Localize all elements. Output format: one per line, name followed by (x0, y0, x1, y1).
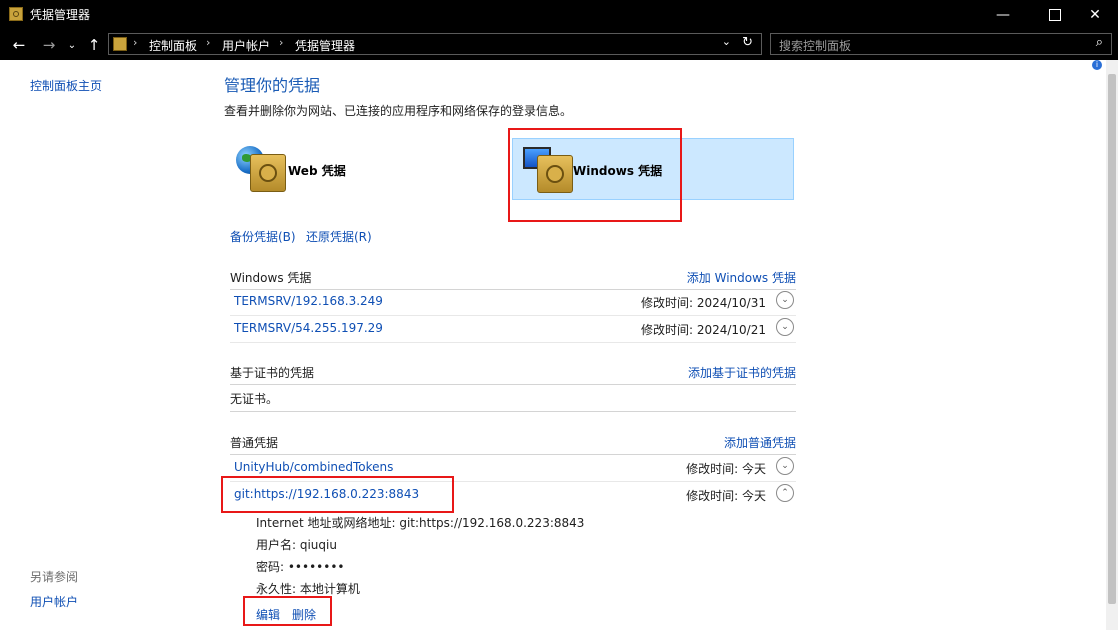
no-certificates-text: 无证书。 (230, 392, 279, 406)
expand-chevron-icon[interactable]: ⌄ (776, 318, 794, 336)
recent-locations-button[interactable]: ⌄ (64, 34, 80, 56)
web-credentials-tile[interactable]: Web 凭据 (230, 138, 490, 200)
breadcrumb-credential-manager[interactable]: 凭据管理器 (295, 37, 355, 54)
vault-icon (250, 154, 286, 192)
navigation-bar: ← → ⌄ ↑ › 控制面板 › 用户帐户 › 凭据管理器 ⌄ ↻ 搜索控制面板… (0, 30, 1118, 60)
credential-password-detail: 密码: •••••••• (256, 560, 345, 574)
control-panel-icon (113, 37, 127, 51)
credential-address-detail: Internet 地址或网络地址: git:https://192.168.0.… (256, 516, 585, 530)
credential-name[interactable]: UnityHub/combinedTokens (234, 460, 393, 474)
breadcrumb-control-panel[interactable]: 控制面板 (149, 37, 197, 54)
credential-persistence-detail: 永久性: 本地计算机 (256, 582, 360, 596)
back-button[interactable]: ← (8, 34, 30, 56)
scrollbar[interactable]: i (1092, 60, 1118, 630)
title-bar: 凭据管理器 — ✕ (0, 0, 1118, 30)
modified-date: 修改时间: 今天 (686, 462, 766, 476)
chevron-down-icon: ⌄ (67, 39, 77, 51)
search-box[interactable]: 搜索控制面板 ⌕ (770, 33, 1112, 55)
collapse-chevron-icon[interactable]: ⌃ (776, 484, 794, 502)
section-divider (230, 411, 796, 412)
credential-username-detail: 用户名: qiuqiu (256, 538, 337, 552)
modified-date: 修改时间: 2024/10/21 (640, 323, 766, 337)
web-credentials-label: Web 凭据 (288, 164, 346, 178)
generic-credentials-section-header: 普通凭据 添加普通凭据 (230, 432, 796, 455)
up-button[interactable]: ↑ (84, 34, 104, 56)
minimize-icon: — (996, 7, 1010, 23)
restore-credentials-link[interactable]: 还原凭据(R) (306, 228, 372, 245)
page-title: 管理你的凭据 (224, 76, 321, 95)
search-input[interactable]: 搜索控制面板 (779, 37, 851, 54)
breadcrumb-separator-icon[interactable]: › (133, 36, 137, 49)
certificate-credentials-section-header: 基于证书的凭据 添加基于证书的凭据 (230, 362, 796, 385)
credential-row[interactable]: TERMSRV/54.255.197.29 修改时间: 2024/10/21 ⌄ (230, 316, 796, 343)
see-also-label: 另请参阅 (30, 570, 79, 584)
backup-credentials-link[interactable]: 备份凭据(B) (230, 228, 296, 245)
left-pane: 控制面板主页 另请参阅 用户帐户 (0, 60, 210, 630)
search-icon[interactable]: ⌕ (1096, 35, 1103, 50)
back-arrow-icon: ← (12, 36, 26, 54)
up-arrow-icon: ↑ (87, 36, 101, 54)
breadcrumb-separator-icon[interactable]: › (206, 36, 210, 49)
scrollbar-thumb[interactable] (1108, 74, 1116, 604)
modified-date: 修改时间: 今天 (686, 489, 766, 503)
highlight-box-git-credential (221, 476, 454, 513)
section-title: 普通凭据 (230, 436, 279, 450)
page-subtitle: 查看并删除你为网站、已连接的应用程序和网络保存的登录信息。 (224, 104, 573, 118)
maximize-icon (1049, 9, 1061, 21)
breadcrumb-user-accounts[interactable]: 用户帐户 (222, 37, 270, 54)
forward-button[interactable]: → (38, 34, 60, 56)
add-certificate-credential-link[interactable]: 添加基于证书的凭据 (688, 364, 796, 381)
control-panel-home-link[interactable]: 控制面板主页 (30, 77, 102, 94)
minimize-button[interactable]: — (980, 0, 1026, 30)
address-dropdown-icon[interactable]: ⌄ (722, 35, 731, 48)
highlight-box-windows-tile (508, 128, 682, 222)
info-icon[interactable]: i (1092, 60, 1102, 70)
close-button[interactable]: ✕ (1072, 0, 1118, 30)
credential-manager-icon (9, 7, 23, 21)
forward-arrow-icon: → (42, 36, 56, 54)
user-accounts-link[interactable]: 用户帐户 (30, 593, 78, 610)
add-windows-credential-link[interactable]: 添加 Windows 凭据 (687, 269, 796, 286)
credential-name[interactable]: TERMSRV/192.168.3.249 (234, 294, 383, 308)
breadcrumb-separator-icon[interactable]: › (279, 36, 283, 49)
section-title: Windows 凭据 (230, 271, 312, 285)
address-bar[interactable]: › 控制面板 › 用户帐户 › 凭据管理器 ⌄ ↻ (108, 33, 762, 55)
expand-chevron-icon[interactable]: ⌄ (776, 457, 794, 475)
add-generic-credential-link[interactable]: 添加普通凭据 (724, 434, 796, 451)
expand-chevron-icon[interactable]: ⌄ (776, 291, 794, 309)
credential-row[interactable]: TERMSRV/192.168.3.249 修改时间: 2024/10/31 ⌄ (230, 289, 796, 316)
close-icon: ✕ (1089, 7, 1101, 23)
windows-credentials-section-header: Windows 凭据 添加 Windows 凭据 (230, 267, 796, 290)
modified-date: 修改时间: 2024/10/31 (640, 296, 766, 310)
refresh-icon[interactable]: ↻ (742, 35, 753, 50)
credential-name[interactable]: TERMSRV/54.255.197.29 (234, 321, 383, 335)
highlight-box-edit-delete (243, 596, 332, 626)
window-title: 凭据管理器 (30, 8, 91, 22)
section-title: 基于证书的凭据 (230, 366, 315, 380)
